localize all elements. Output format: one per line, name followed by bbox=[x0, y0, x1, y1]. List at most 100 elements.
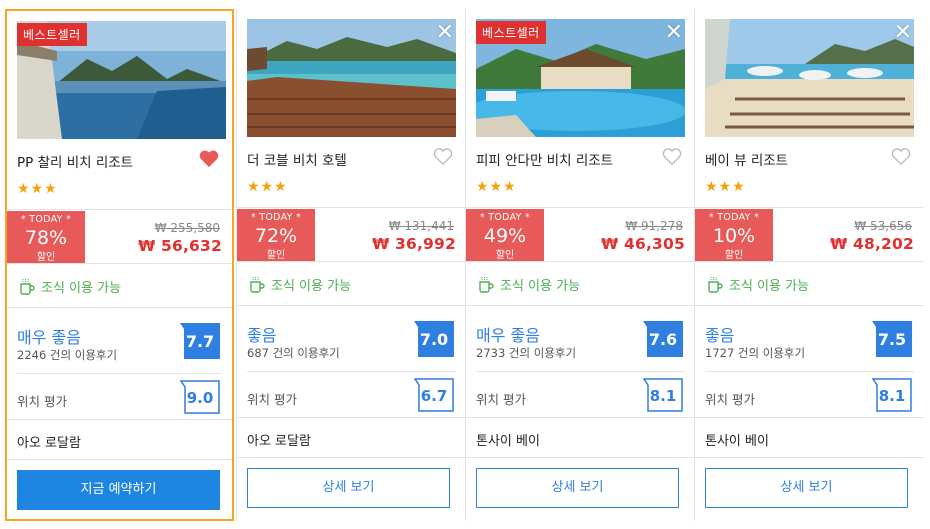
area-name: 톤사이 베이 bbox=[476, 434, 540, 449]
sale-price: ₩ 48,202 bbox=[830, 235, 914, 253]
view-details-button[interactable]: 상세 보기 bbox=[247, 468, 450, 508]
book-now-button[interactable]: 지금 예약하기 bbox=[17, 470, 220, 510]
view-details-button[interactable]: 상세 보기 bbox=[705, 468, 908, 508]
today-label: * TODAY * bbox=[20, 214, 72, 225]
hotel-card-3[interactable]: 베스트셀러 ✕ 피피 안다만 비치 리조트 ★★★ * TODAY * 49% … bbox=[466, 9, 695, 521]
divider bbox=[237, 417, 466, 418]
breakfast-label: 조식 이용 가능 bbox=[271, 279, 352, 294]
divider bbox=[695, 417, 924, 418]
discount-percent: 72% bbox=[254, 225, 298, 247]
divider bbox=[695, 457, 924, 458]
original-price: ₩ 131,441 bbox=[388, 219, 454, 233]
heart-icon[interactable] bbox=[890, 146, 912, 166]
hotel-photo[interactable] bbox=[247, 19, 456, 137]
sale-price: ₩ 46,305 bbox=[601, 235, 685, 253]
star-rating: ★★★ bbox=[17, 181, 58, 197]
review-score: 7.7 bbox=[185, 332, 215, 351]
divider bbox=[7, 419, 232, 420]
sale-price: ₩ 36,992 bbox=[372, 235, 456, 253]
review-count[interactable]: 2246 건의 이용후기 bbox=[17, 347, 117, 363]
review-score: 7.6 bbox=[648, 330, 678, 349]
breakfast-label: 조식 이용 가능 bbox=[729, 279, 810, 294]
today-discount-badge: * TODAY * 78% 할인 bbox=[7, 211, 85, 263]
divider bbox=[476, 371, 685, 372]
hotel-name[interactable]: 베이 뷰 리조트 bbox=[705, 149, 788, 169]
breakfast-info: 조식 이용 가능 bbox=[249, 275, 351, 294]
review-score-badge: 7.5 bbox=[872, 321, 912, 357]
bestseller-badge: 베스트셀러 bbox=[17, 23, 87, 46]
location-score: 9.0 bbox=[186, 389, 214, 407]
location-label: 위치 평가 bbox=[17, 394, 67, 409]
divider bbox=[237, 305, 466, 306]
rating-label: 좋음 bbox=[705, 326, 735, 345]
discount-suffix: 할인 bbox=[36, 252, 56, 263]
location-score: 8.1 bbox=[649, 387, 677, 405]
review-score: 7.5 bbox=[877, 330, 907, 349]
hotel-comparison: 베스트셀러 PP 찰리 비치 리조트 ★★★ * TODAY * 78% 할인 … bbox=[0, 0, 930, 529]
today-label: * TODAY * bbox=[708, 212, 760, 223]
breakfast-info: 조식 이용 가능 bbox=[478, 275, 580, 294]
divider bbox=[247, 371, 456, 372]
star-rating: ★★★ bbox=[247, 179, 288, 195]
divider bbox=[705, 371, 914, 372]
coffee-cup-icon bbox=[20, 278, 35, 295]
hotel-name[interactable]: PP 찰리 비치 리조트 bbox=[17, 151, 133, 171]
divider bbox=[695, 305, 924, 306]
hotel-card-1[interactable]: 베스트셀러 PP 찰리 비치 리조트 ★★★ * TODAY * 78% 할인 … bbox=[5, 9, 234, 521]
heart-icon[interactable] bbox=[432, 146, 454, 166]
breakfast-info: 조식 이용 가능 bbox=[19, 277, 121, 296]
rating-label: 좋음 bbox=[247, 326, 277, 345]
review-count[interactable]: 687 건의 이용후기 bbox=[247, 345, 340, 361]
hotel-name[interactable]: 더 코블 비치 호텔 bbox=[247, 149, 347, 169]
location-score-badge: 9.0 bbox=[180, 380, 220, 414]
coffee-cup-icon bbox=[708, 276, 723, 293]
rating-label: 매우 좋음 bbox=[17, 328, 81, 347]
discount-suffix: 할인 bbox=[495, 250, 515, 261]
location-label: 위치 평가 bbox=[476, 392, 526, 407]
hotel-card-4[interactable]: ✕ 베이 뷰 리조트 ★★★ * TODAY * 10% 할인 ₩ 53,656… bbox=[695, 9, 924, 521]
heart-icon[interactable] bbox=[198, 148, 220, 168]
divider bbox=[237, 457, 466, 458]
divider bbox=[466, 207, 695, 208]
review-count[interactable]: 1727 건의 이용후기 bbox=[705, 345, 805, 361]
view-details-button[interactable]: 상세 보기 bbox=[476, 468, 679, 508]
divider bbox=[466, 457, 695, 458]
review-score-badge: 7.7 bbox=[180, 323, 220, 359]
close-icon[interactable]: ✕ bbox=[436, 22, 454, 44]
hotel-card-2[interactable]: ✕ 더 코블 비치 호텔 ★★★ * TODAY * 72% 할인 ₩ 131,… bbox=[237, 9, 466, 521]
divider bbox=[17, 373, 222, 374]
location-score-badge: 6.7 bbox=[414, 378, 454, 412]
today-discount-badge: * TODAY * 10% 할인 bbox=[695, 209, 773, 261]
review-score-badge: 7.6 bbox=[643, 321, 683, 357]
breakfast-label: 조식 이용 가능 bbox=[500, 279, 581, 294]
location-score: 6.7 bbox=[420, 387, 448, 405]
review-score-badge: 7.0 bbox=[414, 321, 454, 357]
star-rating: ★★★ bbox=[476, 179, 517, 195]
discount-percent: 10% bbox=[712, 225, 756, 247]
discount-percent: 78% bbox=[24, 227, 68, 249]
hotel-photo[interactable] bbox=[705, 19, 914, 137]
breakfast-label: 조식 이용 가능 bbox=[41, 281, 122, 296]
location-score-badge: 8.1 bbox=[872, 378, 912, 412]
review-count[interactable]: 2733 건의 이용후기 bbox=[476, 345, 576, 361]
today-label: * TODAY * bbox=[479, 212, 531, 223]
heart-icon[interactable] bbox=[661, 146, 683, 166]
location-score: 8.1 bbox=[878, 387, 906, 405]
divider bbox=[237, 207, 466, 208]
breakfast-info: 조식 이용 가능 bbox=[707, 275, 809, 294]
coffee-cup-icon bbox=[250, 276, 265, 293]
hotel-name[interactable]: 피피 안다만 비치 리조트 bbox=[476, 149, 613, 169]
area-name: 아오 로달람 bbox=[247, 434, 311, 449]
divider bbox=[466, 261, 695, 262]
original-price: ₩ 255,580 bbox=[154, 221, 220, 235]
today-discount-badge: * TODAY * 49% 할인 bbox=[466, 209, 544, 261]
close-icon[interactable]: ✕ bbox=[894, 22, 912, 44]
today-label: * TODAY * bbox=[250, 212, 302, 223]
original-price: ₩ 53,656 bbox=[854, 219, 912, 233]
location-score-badge: 8.1 bbox=[643, 378, 683, 412]
close-icon[interactable]: ✕ bbox=[665, 22, 683, 44]
rating-label: 매우 좋음 bbox=[476, 326, 540, 345]
location-label: 위치 평가 bbox=[705, 392, 755, 407]
divider bbox=[7, 209, 232, 210]
divider bbox=[695, 261, 924, 262]
